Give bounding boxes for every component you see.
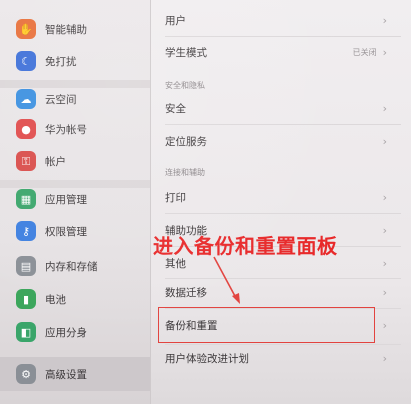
sidebar-item-advanced-settings[interactable]: ⚙ 高级设置 [0,357,150,391]
row-user-experience-program[interactable]: 用户体验改进计划 › [151,343,401,373]
chevron-right-icon: › [382,134,387,148]
sidebar-item-label: 应用管理 [45,193,87,206]
app-twin-icon: ◧ [16,322,36,342]
sidebar-item-label: 权限管理 [45,225,87,238]
sidebar-item-storage[interactable]: ▤ 内存和存储 [0,249,150,283]
highlight-box [158,307,375,343]
row-label: 用户体验改进计划 [165,352,249,365]
sidebar-item-app-twin[interactable]: ◧ 应用分身 [0,315,150,349]
row-label: 定位服务 [165,135,207,148]
row-label: 学生模式 [165,46,207,59]
sidebar-item-label: 华为帐号 [45,123,87,136]
sidebar-item-accounts[interactable]: ⚿ 帐户 [0,144,150,178]
chevron-right-icon: › [382,318,387,332]
account-icon: ● [16,119,36,139]
sidebar-item-smart-assist[interactable]: ✋ 智能辅助 [0,12,150,46]
sidebar-item-label: 云空间 [45,93,77,106]
annotation-callout: 进入备份和重置面板 [153,234,338,258]
chevron-right-icon: › [382,256,387,270]
permission-icon: ⚷ [16,221,36,241]
sidebar-item-label: 高级设置 [45,368,87,381]
row-divider [165,213,401,214]
sidebar-item-app-management[interactable]: ▦ 应用管理 [0,182,150,216]
sidebar-item-battery[interactable]: ▮ 电池 [0,282,150,316]
chevron-right-icon: › [382,285,387,299]
app-manage-icon: ▦ [16,189,36,209]
chevron-right-icon: › [382,190,387,204]
row-location-services[interactable]: 定位服务 › [151,126,401,156]
sidebar-item-label: 应用分身 [45,326,87,339]
row-label: 打印 [165,191,186,204]
assist-icon: ✋ [16,19,36,39]
row-data-migration[interactable]: 数据迁移 › [151,277,401,307]
section-header-security: 安全和隐私 [165,81,205,90]
row-label: 用户 [165,14,186,27]
chevron-right-icon: › [382,101,387,115]
cloud-icon: ☁ [16,89,36,109]
key-icon: ⚿ [16,151,36,171]
gear-icon: ⚙ [16,364,36,384]
section-header-connect: 连接和辅助 [165,168,205,177]
sidebar-item-label: 电池 [45,293,66,306]
settings-screen: ✋ 智能辅助 ☾ 免打扰 ☁ 云空间 ● 华为帐号 ⚿ 帐户 ▦ 应用管理 ⚷ … [0,0,411,404]
moon-icon: ☾ [16,51,36,71]
row-users[interactable]: 用户 › [151,5,401,35]
sidebar-item-label: 帐户 [45,155,66,168]
student-mode-status: 已关闭 [352,47,377,57]
storage-icon: ▤ [16,256,36,276]
advanced-settings-panel: 用户 › 学生模式 已关闭 › 安全和隐私 安全 › 定位服务 › 连接和辅助 [151,0,411,404]
row-divider [165,124,401,125]
chevron-right-icon: › [382,13,387,27]
battery-icon: ▮ [16,289,36,309]
sidebar-item-label: 内存和存储 [45,260,98,273]
sidebar-item-huawei-account[interactable]: ● 华为帐号 [0,112,150,146]
sidebar-item-do-not-disturb[interactable]: ☾ 免打扰 [0,44,150,78]
sidebar-item-cloud[interactable]: ☁ 云空间 [0,82,150,116]
row-label: 安全 [165,102,186,115]
sidebar-item-permissions[interactable]: ⚷ 权限管理 [0,214,150,248]
chevron-right-icon: › [382,351,387,365]
row-student-mode[interactable]: 学生模式 已关闭 › [151,37,401,67]
sidebar-item-label: 智能辅助 [45,23,87,36]
row-security[interactable]: 安全 › [151,93,401,123]
settings-sidebar: ✋ 智能辅助 ☾ 免打扰 ☁ 云空间 ● 华为帐号 ⚿ 帐户 ▦ 应用管理 ⚷ … [0,0,151,404]
row-label: 数据迁移 [165,286,207,299]
row-print[interactable]: 打印 › [151,182,401,212]
sidebar-item-label: 免打扰 [45,55,77,68]
chevron-right-icon: › [382,223,387,237]
chevron-right-icon: › [382,45,387,59]
